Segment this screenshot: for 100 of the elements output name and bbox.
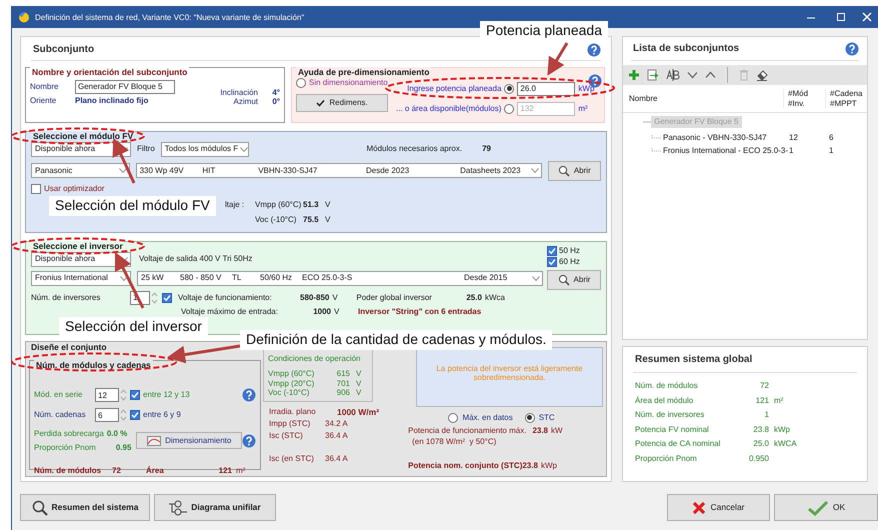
help-icon[interactable] xyxy=(242,434,256,448)
tree-item[interactable]: Panasonic - VBHN-330-SJ47 xyxy=(663,132,767,142)
label: Vmpp (60°C) xyxy=(255,200,302,210)
label: Mód. en serie xyxy=(34,390,84,400)
value: 121 xyxy=(218,466,232,476)
input-field[interactable]: 12 xyxy=(95,388,119,402)
label: Potencia FV nominal xyxy=(635,424,710,434)
label: Poder global inversor xyxy=(356,292,433,302)
chevron-up-icon[interactable] xyxy=(705,71,716,79)
label: ltaje : xyxy=(225,200,246,210)
model-field: Desde 2015 xyxy=(464,273,508,283)
check-icon xyxy=(806,500,829,516)
checkbox[interactable] xyxy=(130,410,140,420)
value: 0.950 xyxy=(748,454,769,464)
value: Plano inclinado fijo xyxy=(75,96,148,106)
footer-button[interactable]: Diagrama unifilar xyxy=(154,494,276,521)
diagram-icon xyxy=(169,500,188,516)
value: 0.0 % xyxy=(106,429,128,439)
label: Proporción Pnom xyxy=(34,442,96,452)
open-button[interactable]: Abrir xyxy=(548,160,601,181)
help-icon[interactable] xyxy=(242,388,256,402)
value: 36.4 A xyxy=(325,454,348,464)
cancel-button[interactable]: Cancelar xyxy=(667,494,770,521)
dropdown[interactable]: Panasonic xyxy=(31,163,130,178)
tree-line xyxy=(651,134,661,140)
add-icon[interactable] xyxy=(628,69,640,81)
unit: kWCA xyxy=(774,439,797,449)
group-title: Nombre y orientación del subconjunto xyxy=(30,67,190,78)
redimension-button[interactable]: Redimens. xyxy=(296,94,388,112)
checkbox[interactable] xyxy=(162,292,172,303)
dropdown[interactable]: Todos los módulos F xyxy=(160,142,249,157)
checkbox[interactable] xyxy=(547,256,557,266)
callout-label: Selección del módulo FV xyxy=(49,196,216,216)
label: entre 12 y 13 xyxy=(143,390,190,400)
column-header: #Cadena #MPPT xyxy=(825,88,862,108)
table-cell-text: 12 xyxy=(789,132,799,142)
dropdown[interactable]: Fronius International xyxy=(31,270,131,286)
value: 75.5 xyxy=(303,215,320,225)
checkbox[interactable] xyxy=(547,246,557,256)
caret-icon xyxy=(240,146,248,152)
radio-button[interactable] xyxy=(448,412,458,423)
import-icon[interactable] xyxy=(647,69,659,81)
value: 1000 xyxy=(312,306,331,316)
sizing-button[interactable]: Dimensionamiento xyxy=(136,432,242,450)
label: Inclinación xyxy=(220,88,258,98)
radio-button[interactable] xyxy=(296,78,306,88)
model-field: HIT xyxy=(202,166,256,176)
model-field: Desde 2023 xyxy=(366,166,458,176)
radio-button[interactable] xyxy=(504,104,514,114)
help-icon[interactable] xyxy=(587,42,601,56)
warning-text: La potencia del inversor está ligeramente sobredimensionada. xyxy=(436,364,583,382)
value: 906 xyxy=(336,388,350,398)
input-field[interactable]: 26.0 xyxy=(517,82,576,96)
model-field: 330 Wp 49V xyxy=(140,166,200,176)
window-title: Definición del sistema de red, Variante VC0: "Nueva variante de simulación" xyxy=(35,12,304,22)
label: 50 Hz xyxy=(559,246,580,256)
eraser-icon[interactable] xyxy=(756,69,768,81)
label: Voc (-10°C) xyxy=(268,388,310,398)
value: 23.8 xyxy=(752,424,769,434)
ok-button[interactable]: OK xyxy=(774,494,878,521)
value: 72 xyxy=(759,381,769,391)
chevron-down-icon[interactable] xyxy=(687,71,698,79)
model-dropdown[interactable]: 25 kW 580 - 850 V TL 50/60 Hz ECO 25.0-3-S Desde 2015 xyxy=(137,270,543,286)
open-button[interactable]: Abrir xyxy=(547,270,601,290)
checkbox[interactable] xyxy=(130,390,140,400)
tree-item[interactable]: Fronius International - ECO 25.0-3- xyxy=(663,146,788,156)
unit: m² xyxy=(578,104,589,114)
radio-button[interactable] xyxy=(524,412,535,423)
maximize-icon[interactable] xyxy=(836,12,846,22)
caret-icon xyxy=(120,276,128,281)
unit: kWp xyxy=(578,84,596,94)
search-icon xyxy=(558,164,570,177)
value: 0° xyxy=(271,97,280,107)
model-field: Datasheets 2023 xyxy=(460,166,521,176)
input-field[interactable]: 6 xyxy=(95,408,119,422)
help-icon[interactable] xyxy=(845,42,859,56)
radio-button[interactable] xyxy=(504,84,514,94)
unit: V xyxy=(356,378,362,388)
label: Proporción Pnom xyxy=(635,454,698,464)
value: 701 xyxy=(336,378,350,388)
callout-label: Selección del inversor xyxy=(59,317,208,336)
section-title: Subconjunto xyxy=(32,44,94,56)
footer-button[interactable]: Resumen del sistema xyxy=(20,494,150,521)
unit: V xyxy=(334,306,340,316)
rename-icon[interactable] xyxy=(666,69,680,81)
model-field: ECO 25.0-3-S xyxy=(302,273,412,283)
label: Azimut xyxy=(232,97,258,107)
label: Núm. de inversores xyxy=(31,292,102,302)
model-field: VBHN-330-SJ47 xyxy=(258,166,364,176)
label: Oriente xyxy=(30,96,58,106)
model-dropdown[interactable]: 330 Wp 49V HIT VBHN-330-SJ47 Desde 2023 Datasheets 2023 xyxy=(136,163,542,178)
close-icon[interactable] xyxy=(862,12,872,22)
unit: m² xyxy=(774,396,784,406)
label: Voltaje de salida 400 V Tri 50Hz xyxy=(139,254,252,264)
input-field[interactable]: Generador FV Bloque 5 xyxy=(75,80,175,94)
table-cell-text: 1 xyxy=(789,146,794,156)
label: Máx. en datos xyxy=(462,412,513,422)
label: Impp (STC) xyxy=(269,419,312,429)
label: Vmpp (60°C) xyxy=(268,369,316,379)
checkbox[interactable] xyxy=(31,184,41,194)
